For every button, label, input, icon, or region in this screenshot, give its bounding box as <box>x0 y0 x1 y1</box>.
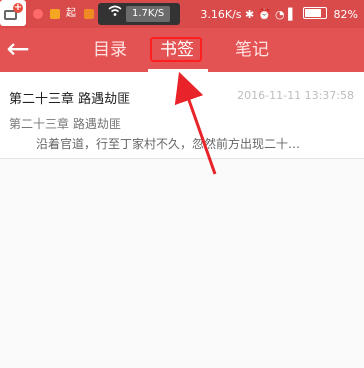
signal-icon: ▌ <box>288 8 297 21</box>
bluetooth-icon: ✱ <box>245 8 255 21</box>
speed-text: 3.16K/s <box>200 8 242 21</box>
tab-notes[interactable]: 笔记 <box>230 28 274 72</box>
battery-icon <box>303 7 328 19</box>
battery-percent: 82% <box>333 8 358 21</box>
qidian-icon-text: 起 <box>66 8 76 19</box>
status-right: 3.16K/s ✱ ⏰ ◔ ▌ 82% <box>200 7 358 22</box>
highlight-box <box>150 37 202 62</box>
alarm-icon: ⏰ <box>257 8 272 21</box>
bookmark-list: 第二十三章 路遇劫匪 2016-11-11 13:37:58 第二十三章 路遇劫… <box>0 72 364 159</box>
header-bar: ← 目录 书签 笔记 <box>0 28 364 72</box>
tab-catalog[interactable]: 目录 <box>88 28 132 72</box>
bookmark-timestamp: 2016-11-11 13:37:58 <box>237 89 354 102</box>
bookmark-snippet: 沿着官道，行至丁家村不久，忽然前方出现二十… <box>36 137 301 151</box>
tab-catalog-label: 目录 <box>93 40 127 60</box>
app-icon <box>50 9 60 19</box>
tab-notes-label: 笔记 <box>235 40 269 60</box>
back-arrow-icon[interactable]: ← <box>4 34 32 64</box>
network-speed-pill: 1.7K/S <box>98 3 180 25</box>
weibo-icon <box>33 9 43 19</box>
tab-bookmarks[interactable]: 书签 <box>150 28 204 72</box>
bookmark-chapter-title: 第二十三章 路遇劫匪 <box>9 92 131 107</box>
wifi-icon <box>108 5 122 21</box>
bookmark-item[interactable]: 第二十三章 路遇劫匪 2016-11-11 13:37:58 第二十三章 路遇劫… <box>0 72 364 159</box>
bookmark-subtitle: 第二十三章 路遇劫匪 <box>9 117 121 131</box>
net-speed-text: 1.7K/S <box>126 6 171 22</box>
status-bar: + 起 1.7K/S 3.16K/s ✱ ⏰ ◔ ▌ 82% <box>0 0 364 28</box>
app-icon <box>84 9 94 19</box>
wifi-icon: ◔ <box>274 8 285 21</box>
app-plus-icon: + <box>0 0 26 26</box>
